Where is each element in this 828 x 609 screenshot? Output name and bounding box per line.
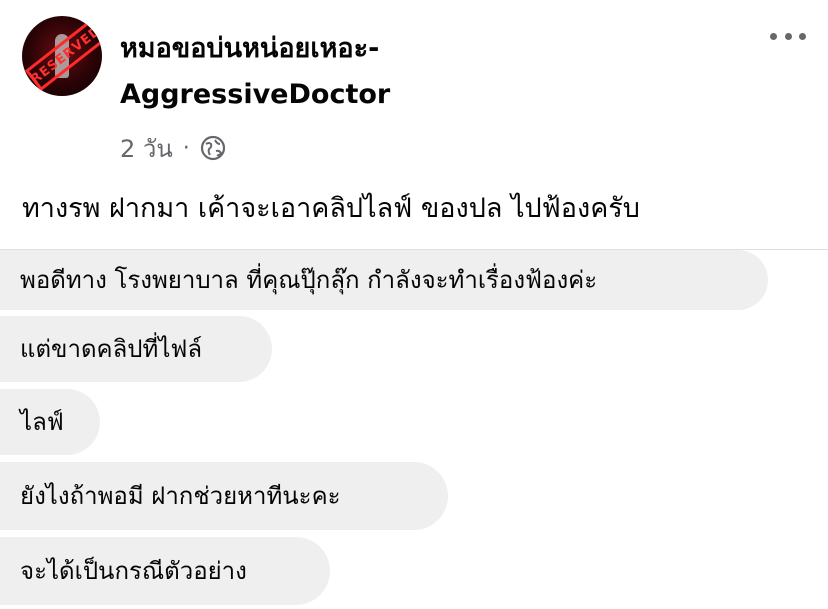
- message-bubble: แต่ขาดคลิปที่ไฟล์: [0, 316, 272, 382]
- meta-separator: ·: [182, 135, 190, 161]
- author-name[interactable]: หมอขอบ่นหน่อยเหอะ- AggressiveDoctor: [120, 26, 740, 118]
- post-header: RESERVED หมอขอบ่นหน่อยเหอะ- AggressiveDo…: [0, 0, 828, 250]
- globe-icon[interactable]: [200, 135, 226, 161]
- post-text: ทางรพ ฝากมา เค้าจะเอาคลิปไลฟ์ ของปล ไปฟ้…: [22, 193, 640, 224]
- avatar[interactable]: RESERVED: [22, 16, 102, 96]
- post-time[interactable]: 2 วัน: [120, 129, 173, 168]
- message-bubble: จะได้เป็นกรณีตัวอย่าง: [0, 537, 330, 605]
- message-text: พอดีทาง โรงพยาบาล ที่คุณปุ๊กลุ๊ก กำลังจะ…: [20, 266, 598, 294]
- more-dot: [770, 32, 777, 40]
- author-name-line1[interactable]: หมอขอบ่นหน่อยเหอะ-: [120, 26, 740, 72]
- message-text: ไลฟ์: [20, 408, 64, 436]
- message-bubble: ยังไงถ้าพอมี ฝากช่วยหาทีนะคะ: [0, 462, 448, 530]
- post-meta: 2 วัน ·: [120, 130, 226, 166]
- more-dot: [799, 32, 806, 40]
- message-text: แต่ขาดคลิปที่ไฟล์: [20, 335, 203, 363]
- author-name-line2[interactable]: AggressiveDoctor: [120, 72, 740, 118]
- more-options-icon[interactable]: [770, 30, 806, 42]
- reserved-stamp: RESERVED: [24, 18, 102, 92]
- more-dot: [784, 32, 792, 40]
- message-text: ยังไงถ้าพอมี ฝากช่วยหาทีนะคะ: [20, 482, 341, 510]
- message-bubble: ไลฟ์: [0, 389, 100, 455]
- message-bubble: พอดีทาง โรงพยาบาล ที่คุณปุ๊กลุ๊ก กำลังจะ…: [0, 250, 768, 310]
- message-text: จะได้เป็นกรณีตัวอย่าง: [20, 557, 247, 585]
